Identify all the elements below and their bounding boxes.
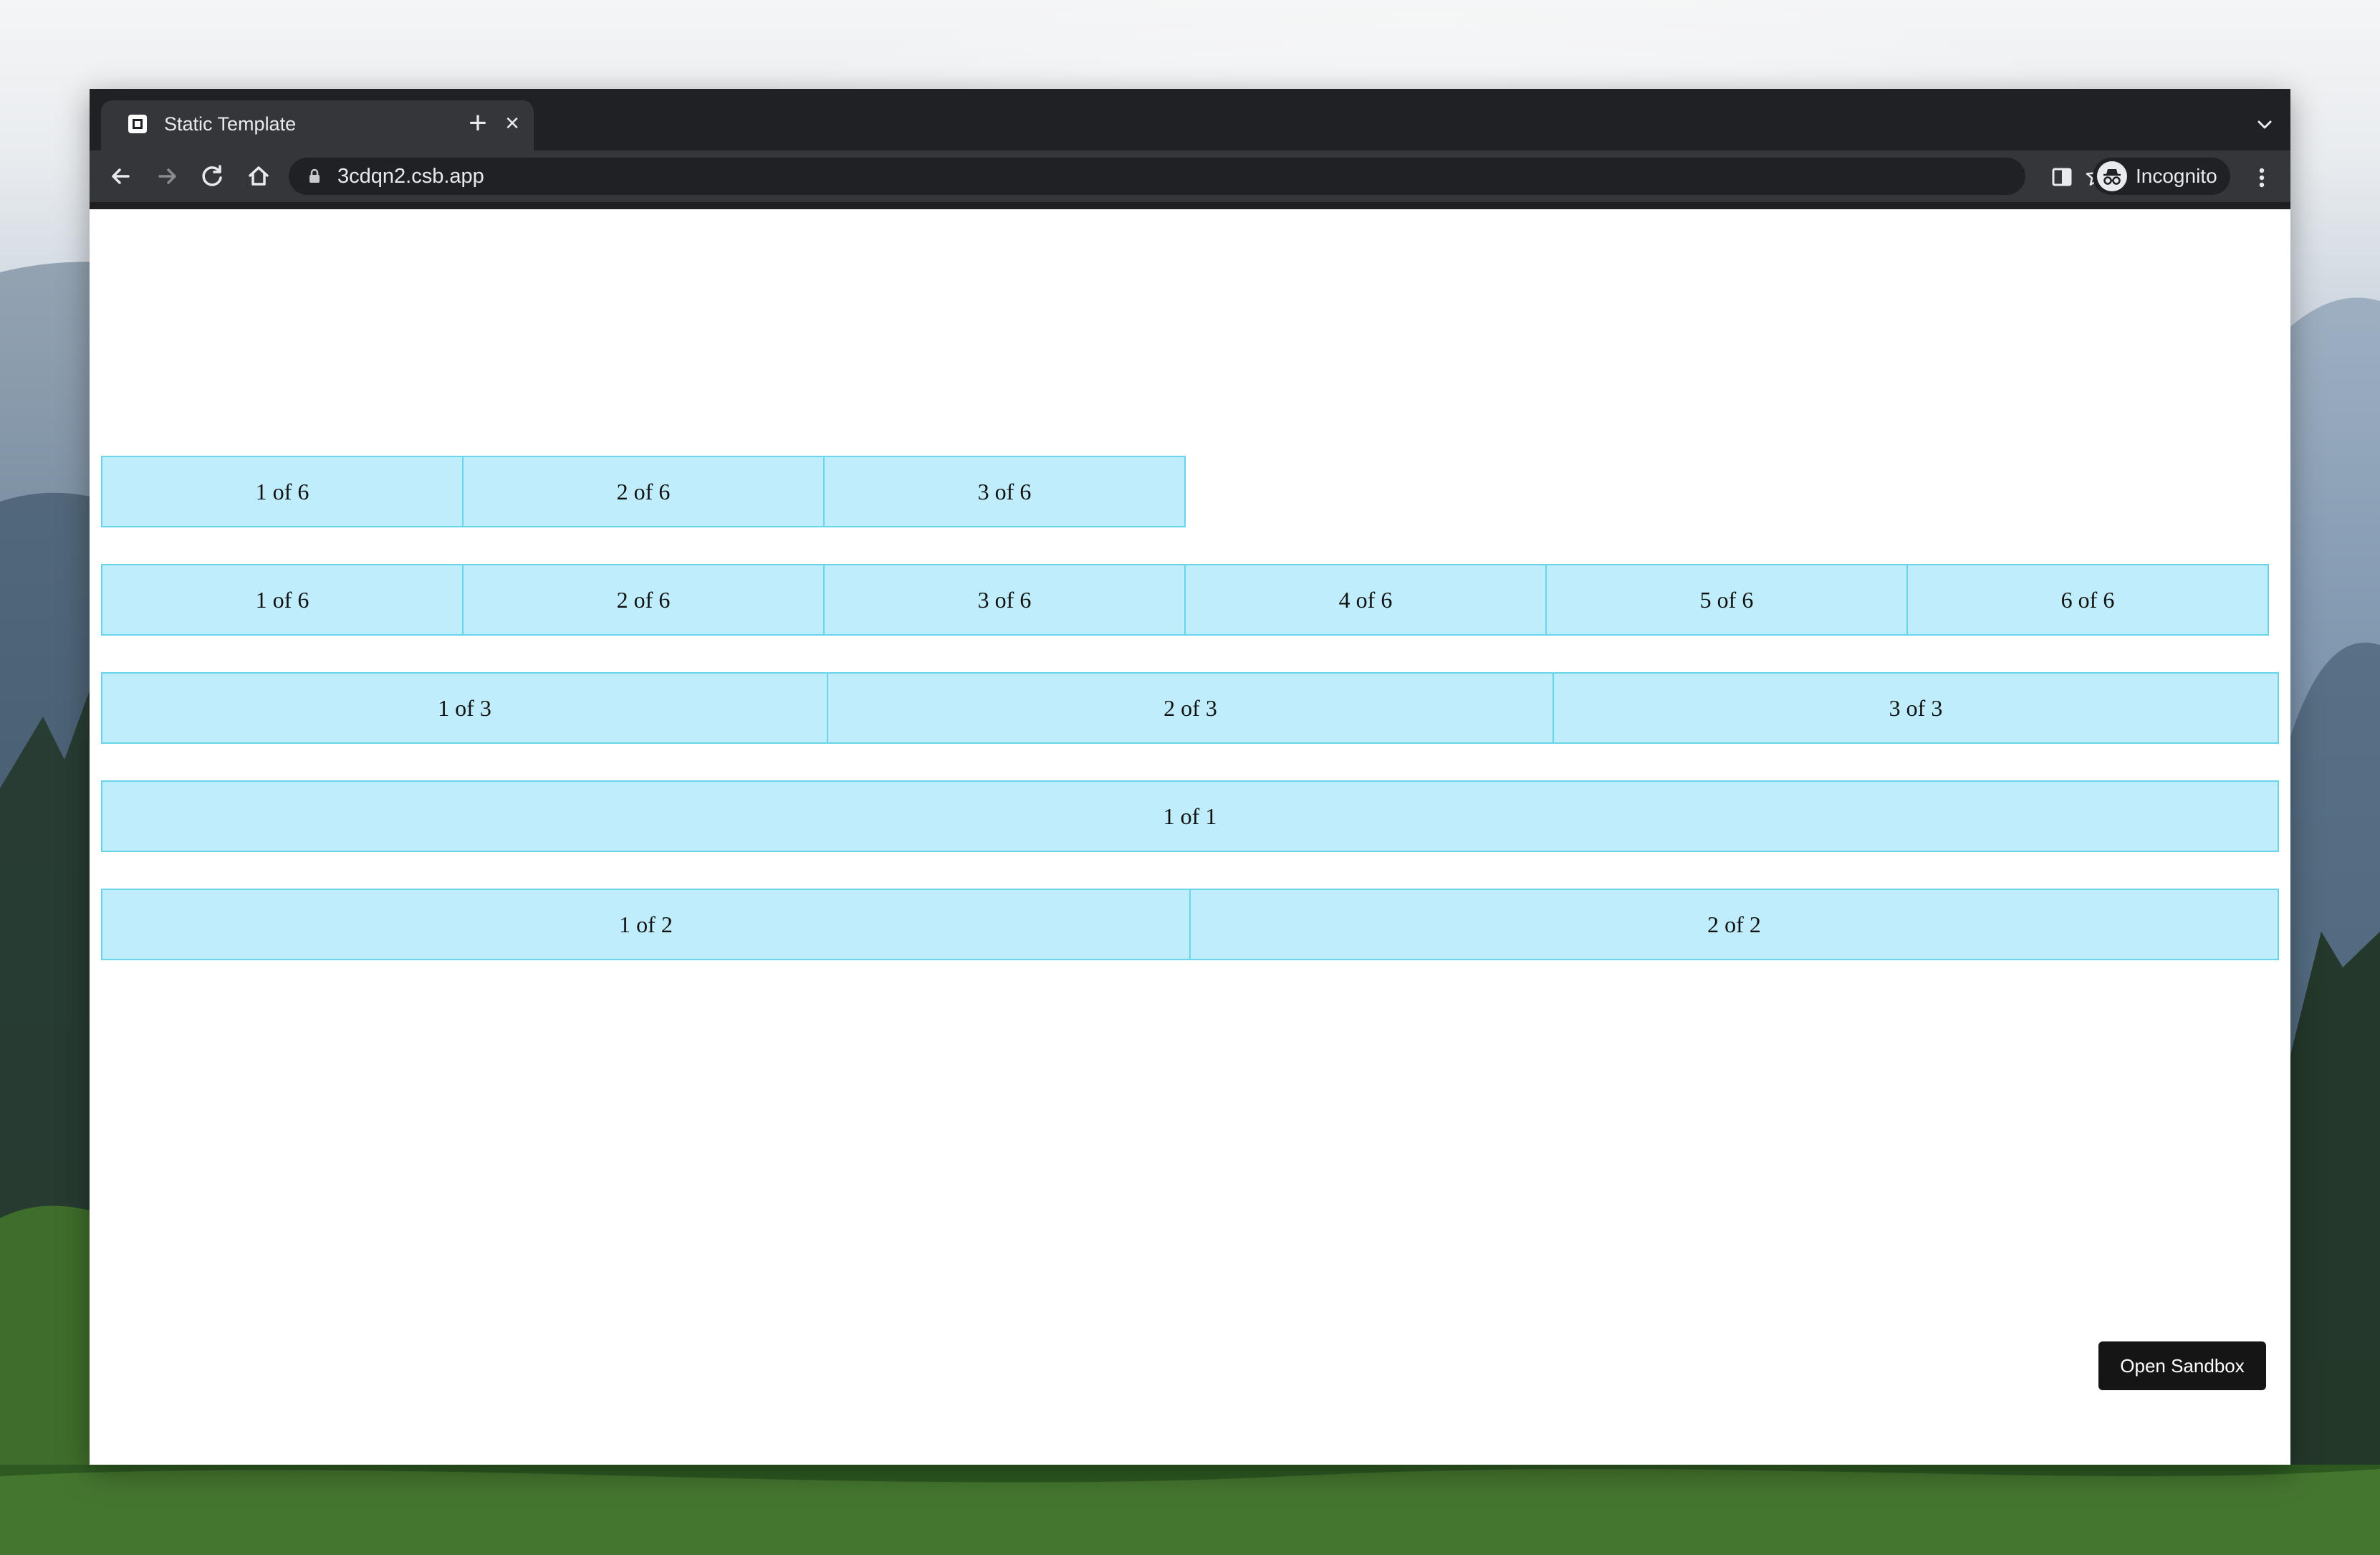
browser-toolbar: 3cdqn2.csb.app Incognito [90, 150, 2290, 209]
profile-label: Incognito [2136, 165, 2217, 187]
grid-cell: 5 of 6 [1545, 564, 1908, 636]
grid-cell: 2 of 2 [1189, 889, 2279, 960]
grid-row-2: 1 of 6 2 of 6 3 of 6 4 of 6 5 of 6 6 of … [101, 564, 2269, 636]
kebab-menu-icon[interactable] [2255, 163, 2269, 192]
grid-cell: 1 of 6 [101, 564, 464, 636]
incognito-profile-button[interactable]: Incognito [2093, 158, 2230, 195]
arrow-left-icon[interactable] [105, 161, 137, 192]
grid-row-4: 1 of 1 [101, 780, 2279, 852]
square-favicon-icon [128, 115, 147, 133]
close-icon[interactable]: × [499, 110, 525, 136]
browser-window: Static Template × + 3cdqn2.csb.app Incog… [90, 89, 2290, 1465]
grid-cell: 1 of 1 [101, 780, 2279, 852]
arrow-right-icon[interactable] [151, 161, 183, 192]
chevron-down-icon[interactable] [2252, 112, 2278, 138]
grid-row-1: 1 of 6 2 of 6 3 of 6 [101, 456, 1186, 527]
plus-icon[interactable]: + [462, 107, 494, 139]
url-text[interactable]: 3cdqn2.csb.app [337, 164, 484, 188]
grid-cell: 2 of 6 [462, 456, 825, 527]
tab-title: Static Template [164, 113, 297, 135]
incognito-icon [2097, 161, 2127, 191]
grid-cell: 6 of 6 [1906, 564, 2269, 636]
grid-cell: 2 of 6 [462, 564, 825, 636]
grid-cell: 1 of 3 [101, 672, 828, 744]
lock-icon[interactable] [306, 168, 323, 185]
home-icon[interactable] [243, 161, 274, 192]
grid-row-3: 1 of 3 2 of 3 3 of 3 [101, 672, 2279, 744]
reload-icon[interactable] [197, 161, 229, 192]
grid-cell: 4 of 6 [1184, 564, 1547, 636]
grid-cell: 3 of 6 [823, 456, 1186, 527]
grid-cell: 2 of 3 [827, 672, 1554, 744]
grid-cell: 1 of 6 [101, 456, 464, 527]
open-sandbox-button[interactable]: Open Sandbox [2098, 1341, 2266, 1390]
grid-cell: 3 of 3 [1553, 672, 2279, 744]
page-viewport: 1 of 6 2 of 6 3 of 6 1 of 6 2 of 6 3 of … [90, 209, 2290, 1465]
grid-cell: 3 of 6 [823, 564, 1186, 636]
grid-row-5: 1 of 2 2 of 2 [101, 889, 2279, 960]
address-bar[interactable]: 3cdqn2.csb.app [289, 158, 2107, 195]
side-panel-icon[interactable] [2051, 166, 2073, 188]
browser-titlebar: Static Template × + [90, 89, 2290, 150]
grid-cell: 1 of 2 [101, 889, 1191, 960]
